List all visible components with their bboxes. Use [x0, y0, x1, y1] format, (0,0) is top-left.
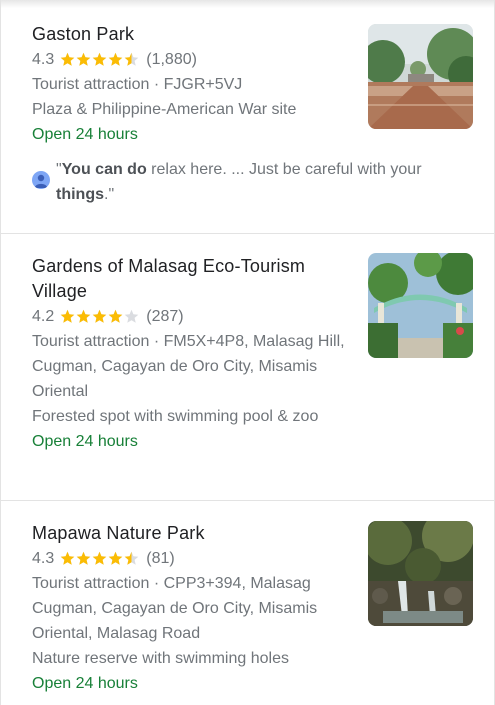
address-line: Tourist attraction · FJGR+5VJ — [32, 76, 243, 93]
star-half-icon — [124, 52, 139, 66]
result-title[interactable]: Gaston Park — [32, 22, 352, 47]
hours-status: Open 24 hours — [32, 675, 138, 692]
result-card-gaston-park[interactable]: Gaston Park 4.3 (1,880) Tourist attracti… — [1, 22, 494, 233]
star-full-icon — [108, 551, 123, 565]
star-rating — [60, 52, 140, 67]
place-photo-thumbnail[interactable] — [368, 521, 473, 626]
star-full-icon — [60, 551, 75, 565]
star-full-icon — [108, 52, 123, 66]
star-full-icon — [92, 52, 107, 66]
rating-value: 4.3 — [32, 51, 55, 68]
star-full-icon — [76, 309, 91, 323]
review-text: "You can do relax here. ... Just be care… — [56, 161, 422, 203]
star-full-icon — [108, 309, 123, 323]
address-line: Tourist attraction · CPP3+394, Malasag C… — [32, 575, 318, 642]
description-line: Plaza & Philippine-American War site — [32, 101, 297, 118]
rating-row: 4.3 (81) — [32, 546, 352, 571]
review-snippet: "You can do relax here. ... Just be care… — [32, 157, 494, 207]
star-full-icon — [60, 309, 75, 323]
reviewer-avatar — [32, 171, 50, 189]
place-photo-thumbnail[interactable] — [368, 253, 473, 358]
local-results-panel: Gaston Park 4.3 (1,880) Tourist attracti… — [0, 0, 495, 705]
star-full-icon — [60, 52, 75, 66]
star-empty-icon — [124, 309, 139, 323]
rating-row: 4.2 (287) — [32, 304, 352, 329]
result-card-mapawa-nature-park[interactable]: Mapawa Nature Park 4.3 (81) Tourist attr… — [1, 501, 494, 705]
review-count[interactable]: (1,880) — [146, 47, 197, 72]
star-rating — [60, 309, 140, 324]
rating-value: 4.2 — [32, 308, 55, 325]
result-title[interactable]: Gardens of Malasag Eco-Tourism Village — [32, 254, 352, 304]
description-line: Forested spot with swimming pool & zoo — [32, 408, 319, 425]
review-count[interactable]: (81) — [146, 546, 174, 571]
result-card-gardens-of-malasag[interactable]: Gardens of Malasag Eco-Tourism Village 4… — [1, 234, 494, 500]
hours-status: Open 24 hours — [32, 433, 138, 450]
description-line: Nature reserve with swimming holes — [32, 650, 289, 667]
star-full-icon — [92, 309, 107, 323]
star-half-icon — [124, 551, 139, 565]
star-full-icon — [92, 551, 107, 565]
star-rating — [60, 551, 140, 566]
star-full-icon — [76, 551, 91, 565]
rating-value: 4.3 — [32, 550, 55, 567]
address-line: Tourist attraction · FM5X+4P8, Malasag H… — [32, 333, 345, 400]
rating-row: 4.3 (1,880) — [32, 47, 352, 72]
review-count[interactable]: (287) — [146, 304, 183, 329]
top-shadow — [1, 0, 494, 8]
result-title[interactable]: Mapawa Nature Park — [32, 521, 352, 546]
place-photo-thumbnail[interactable] — [368, 24, 473, 129]
star-full-icon — [76, 52, 91, 66]
